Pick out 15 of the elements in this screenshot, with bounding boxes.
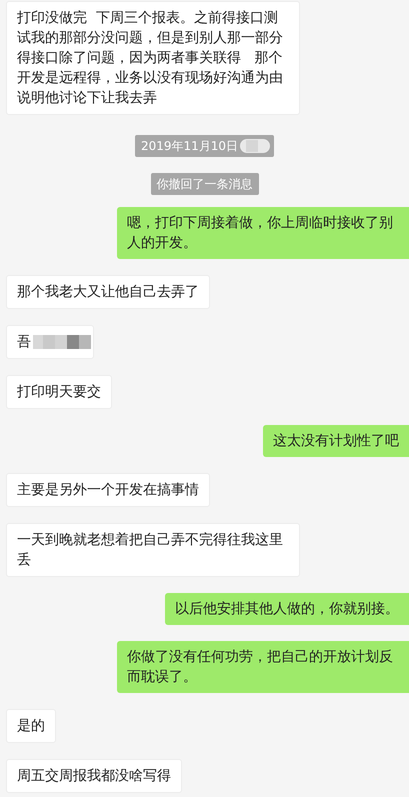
message-text: 吾 bbox=[17, 333, 31, 352]
message-bubble: 嗯，打印下周接着做，你上周临时接收了别人的开发。 bbox=[117, 207, 409, 259]
message-bubble: 一天到晚就老想着把自己弄不完得往我这里丢 bbox=[6, 523, 300, 577]
message-bubble: 打印明天要交 bbox=[6, 375, 112, 409]
timestamp-text: 2019年11月10日 bbox=[140, 138, 238, 155]
message-bubble: 以后他安排其他人做的，你就别接。 bbox=[165, 593, 409, 625]
message-bubble: 周五交周报我都没啥写得 bbox=[6, 759, 182, 793]
message-bubble: 这太没有计划性了吧 bbox=[263, 425, 409, 457]
message-bubble: 打印没做完 下周三个报表。之前得接口测试我的那部分没问题，但是到别人那一部分得接口除了问题，因为两者事关联得 那个开发是远程得，业务以没有现场好沟通为由说明他讨论下让我去弄 bbox=[6, 1, 300, 115]
message-bubble: 主要是另外一个开发在搞事情 bbox=[6, 473, 210, 507]
message-bubble: 你做了没有任何功劳，把自己的开放计划反而耽误了。 bbox=[117, 641, 409, 693]
system-notice: 你撤回了一条消息 bbox=[150, 173, 258, 195]
message-bubble: 那个我老大又让他自己去弄了 bbox=[6, 275, 210, 309]
message-bubble: 是的 bbox=[6, 709, 56, 743]
pixelation-drawing bbox=[33, 332, 93, 352]
